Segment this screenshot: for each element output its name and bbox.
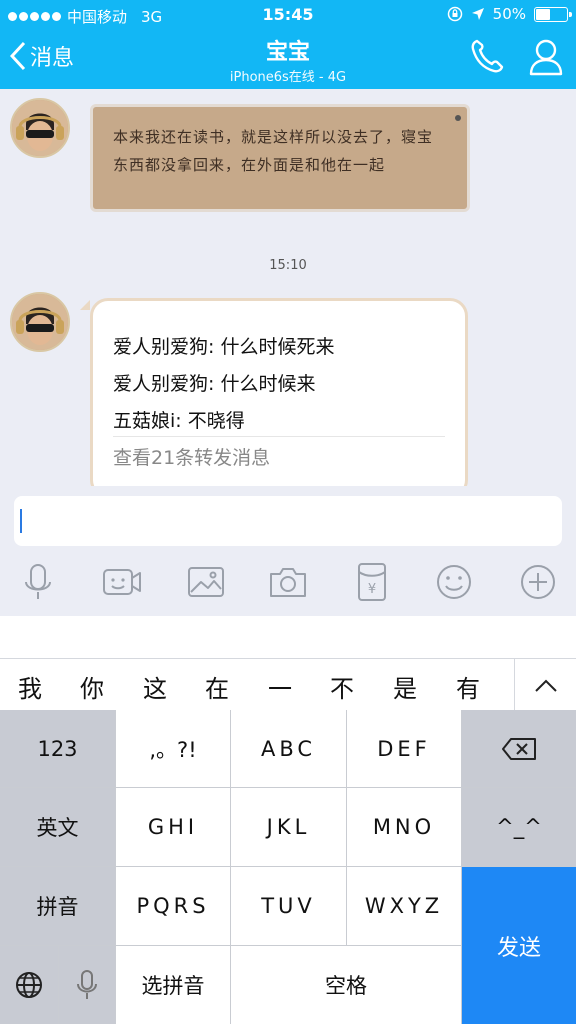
camera-icon[interactable] [268, 562, 308, 602]
key-pinyin[interactable]: 拼音 [0, 867, 115, 945]
emoji-icon[interactable] [434, 562, 474, 602]
bubble-tail [80, 300, 90, 310]
key-jkl[interactable]: JKL [231, 788, 346, 866]
expand-candidates-button[interactable] [514, 659, 576, 711]
red-packet-icon[interactable]: ¥ [352, 562, 392, 602]
globe-key[interactable] [0, 946, 58, 1024]
candidate-bar: 我 你 这 在 一 不 是 有 [0, 658, 576, 711]
image-message-text: 本来我还在读书，就是这样所以没去了，寝宝东西都没拿回来，在外面是和他在一起 [113, 128, 434, 174]
avatar-image [12, 294, 68, 350]
candidate-word[interactable]: 是 [393, 669, 417, 704]
chat-header: 中国移动 3G 15:45 50% 消息 宝宝 iPhone6s在线 - 4G [0, 0, 576, 89]
send-button[interactable]: 发送 [462, 867, 576, 1024]
text-caret [20, 509, 22, 533]
candidate-word[interactable]: 这 [143, 669, 167, 704]
keyboard: 123 ,。?! ABC DEF 英文 GHI JKL MNO ^_^ 拼音 P… [0, 710, 576, 1024]
video-icon[interactable] [102, 562, 142, 602]
key-def[interactable]: DEF [347, 710, 461, 787]
lock-rotation-icon [447, 6, 462, 22]
input-bar: ¥ [0, 486, 576, 616]
key-select-pinyin[interactable]: 选拼音 [116, 946, 230, 1024]
candidate-word[interactable]: 我 [18, 669, 42, 704]
key-123[interactable]: 123 [0, 710, 115, 787]
avatar[interactable] [10, 292, 70, 352]
candidate-word[interactable]: 不 [330, 669, 354, 704]
key-abc[interactable]: ABC [231, 710, 346, 787]
svg-text:¥: ¥ [368, 582, 376, 597]
divider [113, 436, 445, 437]
image-message-bubble[interactable]: 本来我还在读书，就是这样所以没去了，寝宝东西都没拿回来，在外面是和他在一起 [90, 104, 470, 212]
battery-percent: 50% [492, 5, 526, 23]
phone-icon[interactable] [470, 38, 504, 74]
forwarded-message-bubble[interactable]: 爱人别爱狗: 什么时候死来 爱人别爱狗: 什么时候来 五菇娘i: 不晓得 查看2… [90, 298, 468, 498]
forwarded-line: 五菇娘i: 不晓得 [113, 410, 245, 432]
status-right: 50% [447, 5, 572, 23]
space-key[interactable]: 空格 [231, 946, 461, 1024]
keyboard-spacer [0, 616, 576, 658]
candidate-word[interactable]: 一 [268, 669, 292, 704]
candidate-word[interactable]: 你 [80, 669, 104, 704]
key-tuv[interactable]: TUV [231, 867, 346, 945]
backspace-icon [502, 737, 536, 760]
forwarded-line: 爱人别爱狗: 什么时候死来 [113, 336, 335, 358]
battery-icon [534, 6, 572, 22]
chevron-up-icon [535, 679, 557, 692]
avatar[interactable] [10, 98, 70, 158]
key-mno[interactable]: MNO [347, 788, 461, 866]
globe-icon [16, 972, 42, 998]
key-punctuation[interactable]: ,。?! [116, 710, 230, 787]
forwarded-line: 爱人别爱狗: 什么时候来 [113, 373, 316, 395]
image-icon[interactable] [186, 562, 226, 602]
status-bar: 中国移动 3G 15:45 50% [0, 0, 576, 30]
candidate-word[interactable]: 在 [205, 669, 229, 704]
avatar-image [12, 100, 68, 156]
dictation-key[interactable] [59, 946, 115, 1024]
key-emoticon[interactable]: ^_^ [462, 788, 576, 866]
microphone-icon [77, 970, 97, 999]
key-ghi[interactable]: GHI [116, 788, 230, 866]
delete-key[interactable] [462, 710, 576, 787]
camera-dot [455, 115, 461, 121]
message-timestamp: 15:10 [269, 258, 307, 273]
message-input[interactable] [14, 496, 562, 546]
location-icon [471, 8, 484, 20]
key-english[interactable]: 英文 [0, 788, 115, 866]
microphone-icon[interactable] [18, 562, 58, 602]
candidate-word[interactable]: 有 [456, 669, 480, 704]
view-forwarded-link[interactable]: 查看21条转发消息 [113, 443, 270, 470]
battery-level [536, 8, 550, 20]
plus-icon[interactable] [518, 562, 558, 602]
key-wxyz[interactable]: WXYZ [347, 867, 461, 945]
profile-icon[interactable] [528, 38, 564, 76]
key-pqrs[interactable]: PQRS [116, 867, 230, 945]
